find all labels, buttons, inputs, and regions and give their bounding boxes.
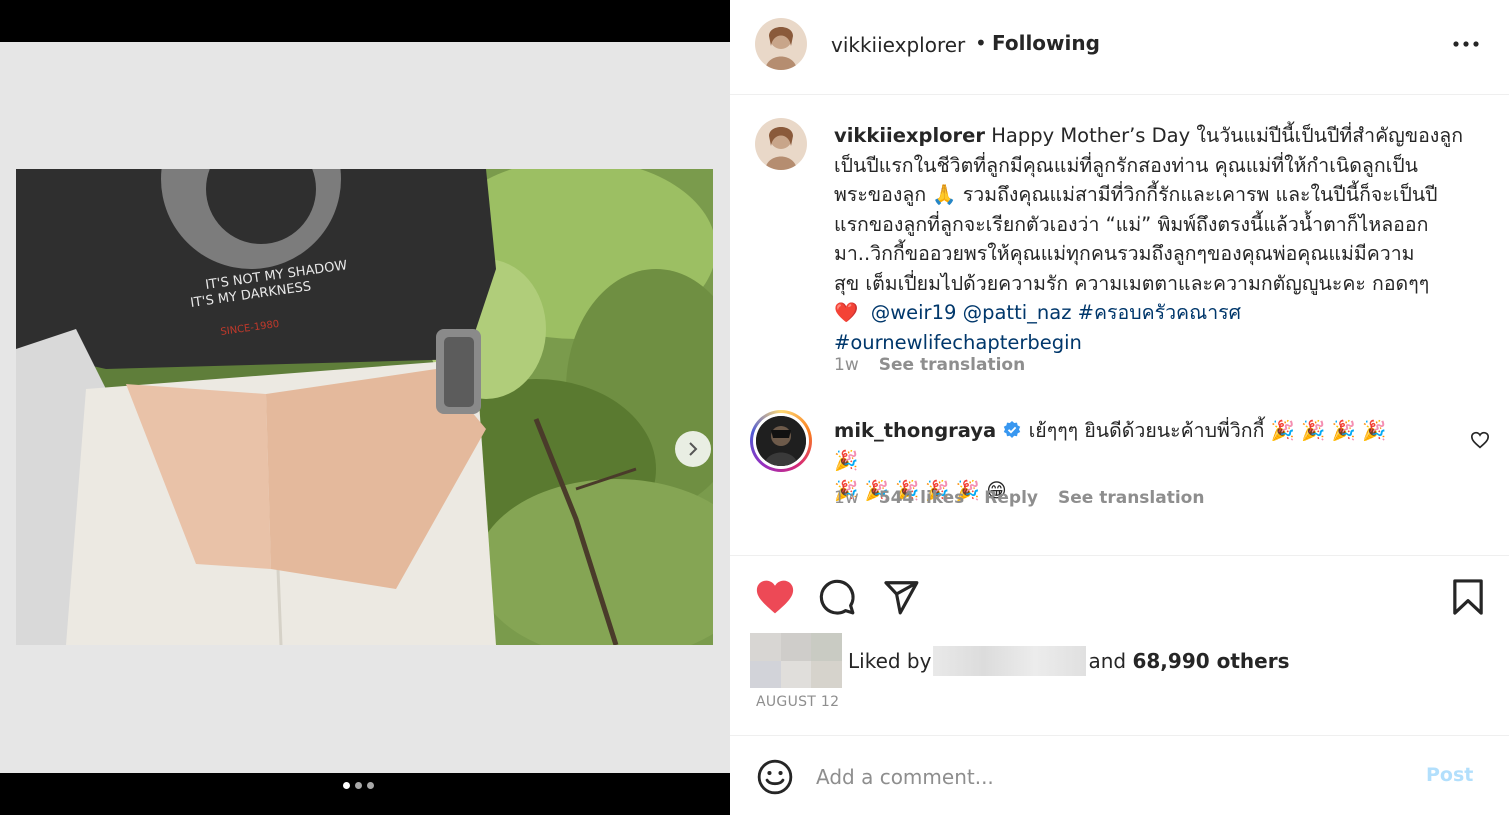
heart-filled-icon (756, 580, 794, 614)
caption-line: พระของลูก 🙏 รวมถึงคุณแม่สามีที่วิกกี้รัก… (834, 183, 1438, 206)
mention-link[interactable]: @weir19 (871, 301, 957, 324)
emoji-button[interactable] (756, 758, 794, 800)
comment-like-button[interactable] (1470, 431, 1490, 453)
post-comment-button[interactable]: Post (1426, 764, 1473, 786)
media-area: IT'S NOT MY SHADOW IT'S MY DARKNESS SINC… (0, 0, 730, 815)
comment-meta: 1w 544 likes Reply See translation (834, 488, 1204, 508)
caption-author-avatar[interactable] (755, 118, 807, 170)
caption-text: vikkiiexplorer Happy Mother’s Day ในวันแ… (834, 121, 1463, 357)
liked-by-label: Liked by (848, 648, 932, 673)
hashtag-link[interactable]: #ournewlifechapterbegin (834, 331, 1082, 354)
and-label: and (1088, 648, 1127, 673)
more-options-button[interactable] (1450, 34, 1482, 54)
comment-see-translation[interactable]: See translation (1058, 488, 1204, 508)
caption-see-translation[interactable]: See translation (879, 355, 1025, 375)
caption-line: แรกของลูกที่ลูกจะเรียกตัวเองว่า “แม่” พิ… (834, 212, 1429, 236)
smile-icon (757, 759, 793, 795)
post-side-panel: vikkiiexplorer • Following vikkiiexplore… (730, 0, 1509, 815)
avatar-image (755, 118, 807, 170)
comment-likes[interactable]: 544 likes (879, 488, 965, 508)
add-comment-bar: Post (730, 735, 1509, 815)
caption-time[interactable]: 1w (834, 355, 859, 375)
send-icon (884, 581, 919, 615)
media-backdrop: IT'S NOT MY SHADOW IT'S MY DARKNESS SINC… (0, 42, 730, 789)
post-photo[interactable]: IT'S NOT MY SHADOW IT'S MY DARKNESS SINC… (16, 169, 713, 645)
carousel-dot (355, 782, 362, 789)
more-horizontal-icon (1453, 41, 1479, 47)
hashtag-link[interactable]: #ครอบครัวคณารศ (1078, 301, 1241, 324)
mention-link[interactable]: @patti_naz (963, 301, 1072, 324)
chevron-right-icon (689, 442, 698, 456)
heart-emoji: ❤️ (834, 301, 859, 324)
liker-username-redacted[interactable] (933, 645, 1087, 676)
others-count[interactable]: 68,990 others (1132, 649, 1289, 673)
caption-line: เป็นปีแรกในชีวิตที่ลูกมีคุณแม่ที่ลูกรักส… (834, 153, 1419, 177)
comment-button[interactable] (818, 578, 856, 620)
avatar-image (755, 18, 807, 70)
post-header: vikkiiexplorer • Following (730, 0, 1509, 95)
caption-line: Happy Mother’s Day ในวันแม่ปีนี้เป็นปีที… (991, 124, 1464, 147)
carousel-indicator (343, 782, 374, 789)
reply-button[interactable]: Reply (984, 488, 1038, 508)
author-avatar[interactable] (755, 18, 807, 70)
carousel-dot (343, 782, 350, 789)
header-separator: • (975, 31, 987, 55)
following-button[interactable]: Following (992, 31, 1100, 55)
avatar-image (756, 416, 806, 466)
instagram-post-modal: IT'S NOT MY SHADOW IT'S MY DARKNESS SINC… (0, 0, 1509, 815)
author-username[interactable]: vikkiiexplorer (831, 33, 965, 57)
post-actions: Liked by and 68,990 others AUGUST 12 (730, 555, 1509, 735)
post-date[interactable]: AUGUST 12 (756, 694, 839, 710)
bookmark-icon (1453, 579, 1483, 615)
caption-username[interactable]: vikkiiexplorer (834, 124, 985, 147)
comment-icon (819, 579, 855, 615)
like-button[interactable] (754, 578, 796, 620)
next-slide-button[interactable] (675, 431, 711, 467)
caption-line: มา..วิกกี้ขออวยพรให้คุณแม่ทุกคนรวมถึงลูก… (834, 242, 1415, 265)
verified-badge-icon (1004, 421, 1021, 438)
liker-avatars[interactable] (750, 633, 842, 688)
comment-time[interactable]: 1w (834, 488, 859, 508)
share-button[interactable] (882, 578, 920, 620)
likes-text: Liked by and 68,990 others (848, 645, 1289, 676)
save-button[interactable] (1450, 578, 1486, 620)
comments-area: vikkiiexplorer Happy Mother’s Day ในวันแ… (730, 95, 1509, 555)
commenter-avatar[interactable] (750, 410, 812, 472)
caption-meta: 1w See translation (834, 355, 1025, 375)
photo-illustration: IT'S NOT MY SHADOW IT'S MY DARKNESS SINC… (16, 169, 713, 645)
likes-summary: Liked by and 68,990 others (750, 633, 1289, 688)
carousel-dot (367, 782, 374, 789)
caption-line: สุข เต็มเปี่ยมไปด้วยความรัก ความเมตตาและ… (834, 271, 1430, 295)
comment-input[interactable] (816, 760, 1396, 794)
heart-outline-icon (1470, 431, 1490, 449)
commenter-username[interactable]: mik_thongraya (834, 419, 996, 442)
